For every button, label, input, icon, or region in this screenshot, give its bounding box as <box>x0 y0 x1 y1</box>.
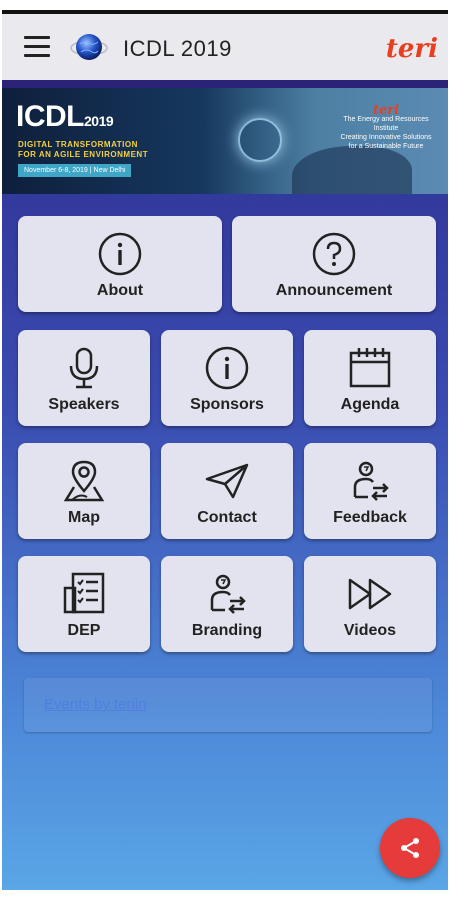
banner-title: ICDL2019 <box>16 100 114 133</box>
banner-subtitle: DIGITAL TRANSFORMATION FOR AN AGILE ENVI… <box>18 140 149 159</box>
events-card: Events by teriin <box>24 678 432 732</box>
banner-org: teri The Energy and Resources Institute … <box>336 103 436 151</box>
globe-icon <box>70 28 108 66</box>
banner-year: 2019 <box>84 113 114 129</box>
paper-plane-icon <box>203 457 251 505</box>
tile-label: Videos <box>343 622 397 639</box>
info-icon <box>96 230 144 278</box>
app-bar: ICDL 2019 teri <box>2 14 448 80</box>
tile-agenda[interactable]: Agenda <box>304 330 436 426</box>
tile-map[interactable]: Map <box>18 443 150 539</box>
calendar-icon <box>346 344 394 392</box>
tile-label: Branding <box>191 622 263 639</box>
tile-label: DEP <box>67 622 101 639</box>
tile-announcement[interactable]: Announcement <box>232 216 436 312</box>
event-banner: ICDL2019 DIGITAL TRANSFORMATION FOR AN A… <box>2 88 448 194</box>
share-icon <box>401 838 419 858</box>
hamburger-menu-icon[interactable] <box>24 36 50 58</box>
fast-forward-icon <box>346 570 394 618</box>
map-pin-icon <box>60 457 108 505</box>
tile-label: Map <box>68 509 100 526</box>
tile-label: Announcement <box>275 282 393 299</box>
person-exchange-icon <box>346 457 394 505</box>
tile-label: Sponsors <box>190 396 264 413</box>
tile-feedback[interactable]: Feedback <box>304 443 436 539</box>
microphone-icon <box>60 344 108 392</box>
banner-graphic-circle <box>238 118 282 162</box>
app-screen: ICDL 2019 teri ICDL2019 DIGITAL TRANSFOR… <box>2 10 448 890</box>
tile-label: Contact <box>197 509 257 526</box>
tile-about[interactable]: About <box>18 216 222 312</box>
brand-logo: teri <box>385 34 438 64</box>
tile-label: Feedback <box>333 509 407 526</box>
checklist-icon <box>60 570 108 618</box>
tile-speakers[interactable]: Speakers <box>18 330 150 426</box>
person-exchange-icon <box>203 570 251 618</box>
question-icon <box>310 230 358 278</box>
app-bar-divider <box>2 80 448 88</box>
share-fab-button[interactable] <box>380 818 440 878</box>
tile-label: About <box>96 282 144 299</box>
tile-label: Speakers <box>48 396 120 413</box>
tile-label: Agenda <box>340 396 400 413</box>
banner-org-logo: teri <box>372 103 400 118</box>
bottom-edge <box>2 890 448 900</box>
tile-videos[interactable]: Videos <box>304 556 436 652</box>
app-title: ICDL 2019 <box>123 36 232 61</box>
events-link[interactable]: Events by teriin <box>44 696 147 713</box>
banner-date: November 6-8, 2019 | New Delhi <box>18 164 132 177</box>
banner-graphic-hand <box>292 146 412 194</box>
tile-dep[interactable]: DEP <box>18 556 150 652</box>
tile-sponsors[interactable]: Sponsors <box>161 330 293 426</box>
info-icon <box>203 344 251 392</box>
tile-branding[interactable]: Branding <box>161 556 293 652</box>
tile-contact[interactable]: Contact <box>161 443 293 539</box>
